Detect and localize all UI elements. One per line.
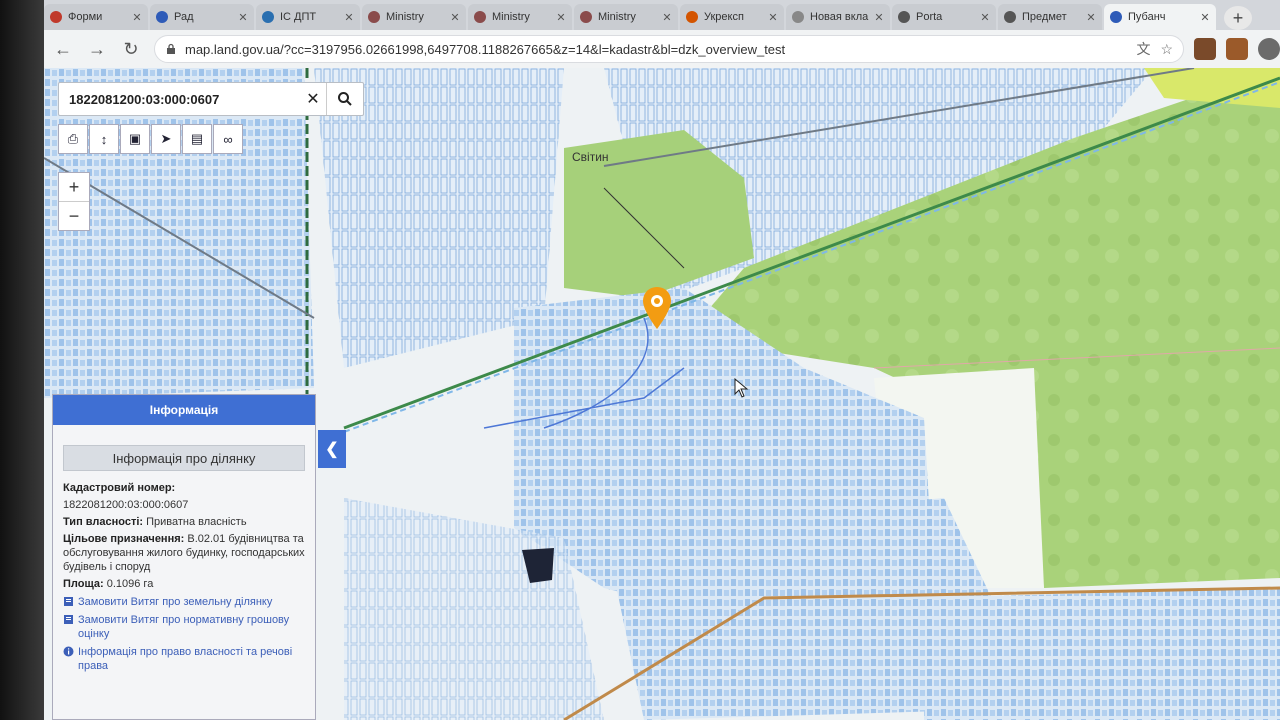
- tab-close-icon[interactable]: ✕: [980, 11, 990, 24]
- new-tab-button[interactable]: +: [1224, 6, 1252, 30]
- lock-icon: [167, 43, 175, 54]
- tab-favicon-icon: [474, 11, 486, 23]
- tab-title: Пубанч: [1128, 11, 1166, 23]
- browser-tab[interactable]: Рад ✕: [150, 4, 254, 30]
- measure-area-icon[interactable]: ▣: [120, 124, 150, 154]
- tab-title: Porta: [916, 11, 943, 23]
- tab-close-icon[interactable]: ✕: [1086, 11, 1096, 24]
- tab-close-icon[interactable]: ✕: [132, 11, 142, 24]
- map-canvas[interactable]: Світин 1822081200:03:000:0607 ✕ ⎙ ↕ ▣ ➤ …: [44, 68, 1280, 720]
- tab-close-icon[interactable]: ✕: [450, 11, 460, 24]
- tab-favicon-icon: [262, 11, 274, 23]
- forward-icon[interactable]: →: [82, 34, 112, 64]
- order-valuation-link[interactable]: Замовити Витяг про нормативну грошову оц…: [63, 613, 305, 641]
- browser-toolbar: ← → ↻ map.land.gov.ua/?cc=3197956.026619…: [44, 30, 1280, 69]
- tab-favicon-icon: [368, 11, 380, 23]
- tab-close-icon[interactable]: ✕: [874, 11, 884, 24]
- info-panel: Інформація Інформація про ділянку Кадаст…: [52, 394, 316, 720]
- location-marker-icon[interactable]: [640, 285, 674, 331]
- area-value: 0.1096 га: [106, 578, 154, 590]
- town-label: Світин: [572, 150, 609, 164]
- browser-tab[interactable]: Пубанч ✕: [1104, 4, 1216, 30]
- browser-tab[interactable]: Форми ✕: [44, 4, 148, 30]
- browser-tab[interactable]: Ministry ✕: [574, 4, 678, 30]
- tab-close-icon[interactable]: ✕: [238, 11, 248, 24]
- info-icon: [63, 646, 74, 657]
- layers-icon[interactable]: ∞: [213, 124, 243, 154]
- print-icon[interactable]: ⎙: [58, 124, 88, 154]
- info-screen-icon[interactable]: ▤: [182, 124, 212, 154]
- monitor-bezel: [0, 0, 44, 720]
- select-pointer-icon[interactable]: ➤: [151, 124, 181, 154]
- info-panel-header: Інформація: [53, 395, 315, 425]
- tab-title: Предмет: [1022, 11, 1067, 23]
- measure-distance-icon[interactable]: ↕: [89, 124, 119, 154]
- area-label: Площа:: [63, 578, 104, 590]
- tab-title: Рад: [174, 11, 194, 23]
- browser-tab[interactable]: Предмет ✕: [998, 4, 1102, 30]
- browser-tab[interactable]: Ministry ✕: [362, 4, 466, 30]
- tab-title: Новая вкла: [810, 11, 869, 23]
- translate-icon[interactable]: 文: [1136, 39, 1150, 59]
- tab-close-icon[interactable]: ✕: [556, 11, 566, 24]
- extension-icon[interactable]: [1194, 38, 1216, 60]
- zoom-in-button[interactable]: +: [59, 173, 89, 201]
- browser-tab[interactable]: Укрексп ✕: [680, 4, 784, 30]
- tab-strip: Форми ✕ Рад ✕ ІС ДПТ ✕ Ministry ✕ Ministry ✕ Minis…: [44, 0, 1280, 30]
- browser-tab[interactable]: Porta ✕: [892, 4, 996, 30]
- url-text: map.land.gov.ua/?cc=3197956.02661998,649…: [185, 41, 786, 57]
- bookmark-star-icon[interactable]: ☆: [1160, 41, 1173, 58]
- tab-title: ІС ДПТ: [280, 11, 317, 23]
- parcel-info-title: Інформація про ділянку: [63, 445, 305, 471]
- browser-tab[interactable]: Новая вкла ✕: [786, 4, 890, 30]
- back-icon[interactable]: ←: [48, 34, 78, 64]
- browser-window: Форми ✕ Рад ✕ ІС ДПТ ✕ Ministry ✕ Ministry ✕ Minis…: [44, 0, 1280, 720]
- search-button[interactable]: [326, 83, 363, 115]
- mouse-cursor-icon: [734, 378, 749, 398]
- ownership-label: Тип власності:: [63, 516, 144, 528]
- order-extract-link[interactable]: Замовити Витяг про земельну ділянку: [63, 595, 305, 609]
- tab-favicon-icon: [50, 11, 62, 23]
- tab-favicon-icon: [1110, 11, 1122, 23]
- browser-tab[interactable]: ІС ДПТ ✕: [256, 4, 360, 30]
- tab-favicon-icon: [580, 11, 592, 23]
- profile-avatar[interactable]: [1258, 38, 1280, 60]
- tab-title: Укрексп: [704, 11, 744, 23]
- tab-favicon-icon: [898, 11, 910, 23]
- tab-title: Ministry: [386, 11, 424, 23]
- tab-title: Форми: [68, 11, 103, 23]
- ownership-value: Приватна власність: [146, 516, 247, 528]
- ownership-rights-link[interactable]: Інформація про право власності та речові…: [63, 645, 305, 673]
- search-input[interactable]: 1822081200:03:000:0607: [59, 92, 300, 107]
- tab-favicon-icon: [1004, 11, 1016, 23]
- extension-icon[interactable]: [1226, 38, 1248, 60]
- tab-favicon-icon: [792, 11, 804, 23]
- collapse-panel-button[interactable]: ❮: [318, 430, 346, 468]
- zoom-control: + −: [58, 172, 90, 231]
- tab-close-icon[interactable]: ✕: [344, 11, 354, 24]
- cadastral-search: 1822081200:03:000:0607 ✕: [58, 82, 364, 116]
- search-icon: [338, 92, 352, 106]
- tab-title: Ministry: [492, 11, 530, 23]
- browser-tab[interactable]: Ministry ✕: [468, 4, 572, 30]
- document-icon: [64, 597, 73, 606]
- tab-favicon-icon: [156, 11, 168, 23]
- cadastral-label: Кадастровий номер:: [63, 482, 176, 494]
- document-icon: [64, 615, 73, 624]
- address-bar[interactable]: map.land.gov.ua/?cc=3197956.02661998,649…: [154, 35, 1184, 63]
- tab-close-icon[interactable]: ✕: [768, 11, 778, 24]
- tab-close-icon[interactable]: ✕: [662, 11, 672, 24]
- tab-favicon-icon: [686, 11, 698, 23]
- map-toolbar: ⎙ ↕ ▣ ➤ ▤ ∞: [58, 124, 244, 154]
- purpose-label: Цільове призначення:: [63, 533, 185, 545]
- reload-icon[interactable]: ↻: [116, 34, 146, 64]
- zoom-out-button[interactable]: −: [59, 201, 89, 230]
- tab-close-icon[interactable]: ✕: [1200, 11, 1210, 24]
- clear-icon[interactable]: ✕: [300, 89, 326, 109]
- tab-title: Ministry: [598, 11, 636, 23]
- cadastral-value: 1822081200:03:000:0607: [63, 499, 189, 511]
